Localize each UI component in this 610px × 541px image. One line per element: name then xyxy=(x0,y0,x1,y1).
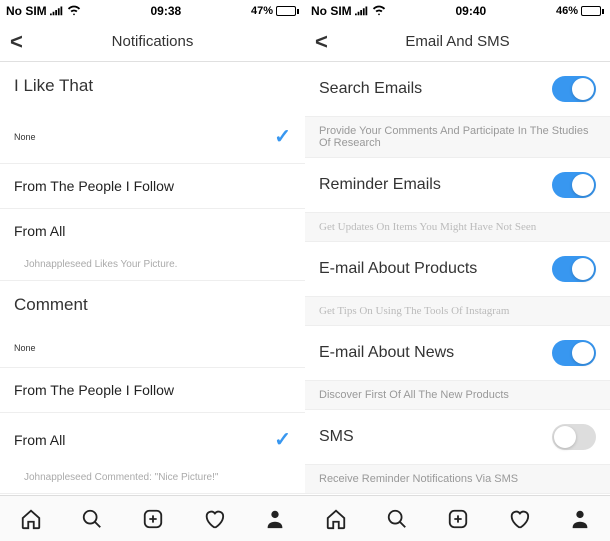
add-icon[interactable] xyxy=(446,507,470,531)
tab-bar xyxy=(0,495,305,541)
signal-icon xyxy=(355,4,369,19)
row-desc: Discover First Of All The New Products xyxy=(305,381,610,410)
toggle-email-news[interactable] xyxy=(552,340,596,366)
wifi-icon xyxy=(67,4,81,19)
toggle-reminder-emails[interactable] xyxy=(552,172,596,198)
heart-icon[interactable] xyxy=(507,507,531,531)
row-search-emails[interactable]: Search Emails xyxy=(305,62,610,117)
home-icon[interactable] xyxy=(19,507,43,531)
status-bar: No SIM 09:38 47% xyxy=(0,0,305,22)
profile-icon[interactable] xyxy=(263,507,287,531)
page-title: Notifications xyxy=(112,33,194,50)
check-icon: ✓ xyxy=(274,124,291,149)
back-button[interactable]: < xyxy=(0,29,33,55)
toggle-search-emails[interactable] xyxy=(552,76,596,102)
option-label: From The People I Follow xyxy=(14,178,174,194)
signal-icon xyxy=(50,4,64,19)
row-email-products[interactable]: E-mail About Products xyxy=(305,242,610,297)
section-label: I Like That xyxy=(14,76,93,96)
row-desc: Get Tips On Using The Tools Of Instagram xyxy=(305,297,610,326)
option-label: None xyxy=(14,132,36,142)
row-label: Search Emails xyxy=(319,80,422,98)
row-label: E-mail About Products xyxy=(319,260,477,278)
option-from-all[interactable]: From All ✓ xyxy=(0,413,305,466)
row-sms[interactable]: SMS xyxy=(305,410,610,465)
row-reminder-emails[interactable]: Reminder Emails xyxy=(305,158,610,213)
check-icon: ✓ xyxy=(274,427,291,452)
toggle-sms[interactable] xyxy=(552,424,596,450)
section-likes: I Like That xyxy=(0,62,305,110)
option-label: None xyxy=(14,343,36,353)
header: < Email And SMS xyxy=(305,22,610,62)
option-label: From The People I Follow xyxy=(14,382,174,398)
row-label: Reminder Emails xyxy=(319,176,441,194)
option-from-follow[interactable]: From The People I Follow xyxy=(0,368,305,413)
section-comment: Comment xyxy=(0,281,305,329)
battery-pct: 47% xyxy=(251,5,273,17)
option-subtitle: Johnappleseed Likes Your Picture. xyxy=(0,253,305,281)
toggle-email-products[interactable] xyxy=(552,256,596,282)
row-email-news[interactable]: E-mail About News xyxy=(305,326,610,381)
carrier-text: No SIM xyxy=(311,4,352,18)
tab-bar xyxy=(305,495,610,541)
profile-icon[interactable] xyxy=(568,507,592,531)
section-label: Comment xyxy=(14,295,88,315)
row-desc: Receive Reminder Notifications Via SMS xyxy=(305,465,610,494)
carrier-text: No SIM xyxy=(6,4,47,18)
option-none[interactable]: None xyxy=(0,329,305,368)
row-desc: Provide Your Comments And Participate In… xyxy=(305,117,610,158)
status-bar: No SIM 09:40 46% xyxy=(305,0,610,22)
option-subtitle: Johnappleseed Commented: "Nice Picture!" xyxy=(0,466,305,494)
row-label: E-mail About News xyxy=(319,344,454,362)
home-icon[interactable] xyxy=(324,507,348,531)
wifi-icon xyxy=(372,4,386,19)
add-icon[interactable] xyxy=(141,507,165,531)
status-time: 09:40 xyxy=(386,4,556,18)
heart-icon[interactable] xyxy=(202,507,226,531)
option-from-all[interactable]: From All xyxy=(0,209,305,253)
header: < Notifications xyxy=(0,22,305,62)
back-button[interactable]: < xyxy=(305,29,338,55)
page-title: Email And SMS xyxy=(405,33,509,50)
row-label: SMS xyxy=(319,428,354,446)
status-time: 09:38 xyxy=(81,4,251,18)
battery-icon xyxy=(276,6,299,16)
option-label: From All xyxy=(14,432,65,448)
search-icon[interactable] xyxy=(80,507,104,531)
battery-icon xyxy=(581,6,604,16)
option-none[interactable]: None ✓ xyxy=(0,110,305,164)
search-icon[interactable] xyxy=(385,507,409,531)
row-desc: Get Updates On Items You Might Have Not … xyxy=(305,213,610,242)
option-from-follow[interactable]: From The People I Follow xyxy=(0,164,305,209)
option-label: From All xyxy=(14,223,65,239)
battery-pct: 46% xyxy=(556,5,578,17)
